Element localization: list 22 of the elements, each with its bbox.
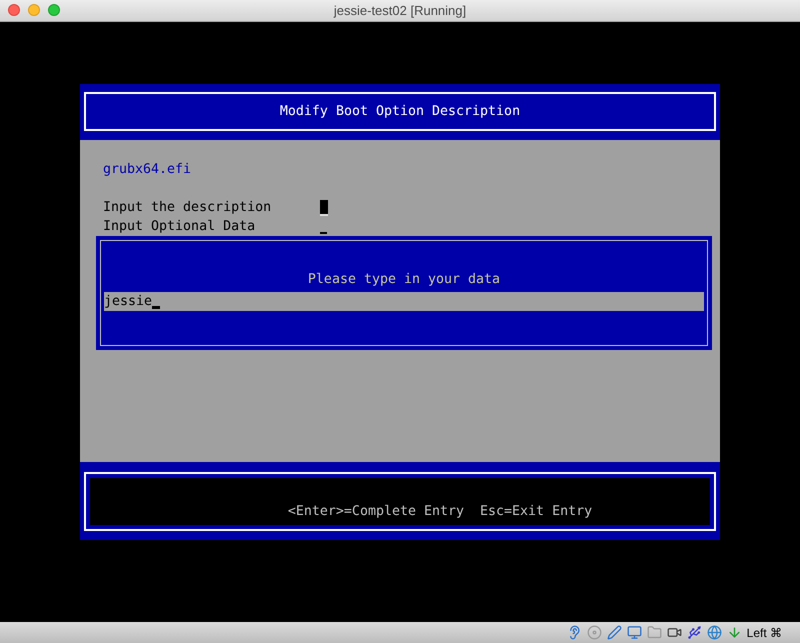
close-button[interactable] bbox=[8, 4, 20, 16]
usb-icon[interactable] bbox=[686, 625, 702, 640]
folder-icon[interactable] bbox=[646, 625, 662, 640]
field-label: Input Optional Data bbox=[103, 218, 256, 236]
file-name: grubx64.efi bbox=[103, 161, 192, 179]
input-field[interactable]: jessie bbox=[104, 292, 704, 311]
download-icon[interactable] bbox=[726, 625, 742, 640]
text-cursor bbox=[152, 306, 160, 309]
dialog-prompt: Please type in your data bbox=[306, 272, 502, 288]
screen-title: Modify Boot Option Description bbox=[280, 102, 520, 121]
field-label: Input the description bbox=[103, 198, 272, 217]
globe-icon[interactable] bbox=[706, 625, 722, 640]
key-help: <Enter>=Complete Entry Esc=Exit Entry bbox=[288, 503, 592, 522]
maximize-button[interactable] bbox=[48, 4, 60, 16]
text-cursor[interactable] bbox=[320, 200, 328, 216]
pen-icon[interactable] bbox=[606, 625, 622, 640]
disc-icon[interactable] bbox=[586, 625, 602, 640]
camera-icon[interactable] bbox=[666, 625, 682, 640]
host-key-label: Left ⌘ bbox=[746, 624, 782, 642]
text-cursor[interactable] bbox=[320, 232, 327, 234]
minimize-button[interactable] bbox=[28, 4, 40, 16]
window-title: jessie-test02 [Running] bbox=[334, 2, 466, 20]
